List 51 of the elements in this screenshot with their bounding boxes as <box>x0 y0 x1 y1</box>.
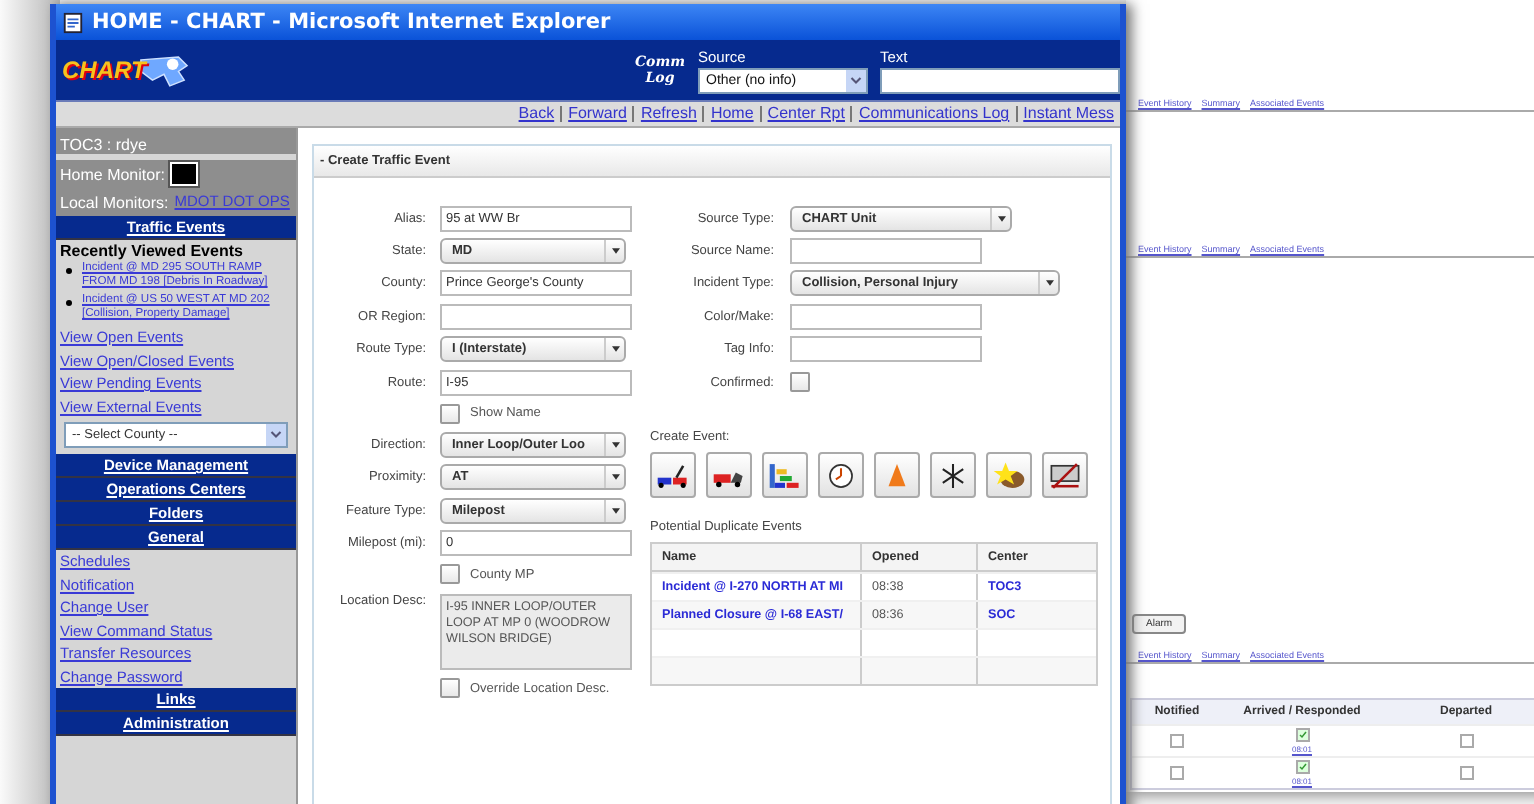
text-field[interactable] <box>440 303 632 330</box>
nav-link[interactable]: Forward <box>560 106 633 122</box>
checkbox[interactable] <box>1295 728 1309 742</box>
checkbox[interactable] <box>1459 734 1473 748</box>
event-type-button[interactable] <box>818 452 864 499</box>
checkbox[interactable] <box>440 564 460 585</box>
user-label: TOC3 : rdye <box>56 128 296 154</box>
sign-icon <box>1048 461 1082 490</box>
caret-icon <box>604 499 624 522</box>
page-icon <box>62 11 84 33</box>
text-field[interactable] <box>790 336 982 363</box>
caret-icon <box>990 207 1010 230</box>
clock-icon <box>824 461 858 490</box>
checkbox[interactable] <box>1295 760 1309 774</box>
local-monitors-label: Local Monitors: <box>58 193 169 211</box>
text-field[interactable] <box>790 238 982 265</box>
checkbox[interactable] <box>1170 766 1184 780</box>
nav-link[interactable]: Refresh <box>632 106 703 122</box>
monitor-swatch[interactable] <box>170 162 199 186</box>
nav-link[interactable]: Home <box>702 106 760 122</box>
checkbox[interactable] <box>440 403 460 424</box>
caret-icon <box>846 69 866 91</box>
nav-link[interactable]: Center Rpt <box>759 106 851 122</box>
recent-heading: Recently Viewed Events <box>58 240 245 261</box>
text-field[interactable] <box>790 303 982 330</box>
caret-icon <box>266 424 286 446</box>
event-type-button[interactable] <box>762 452 808 499</box>
checkbox[interactable] <box>1170 734 1184 748</box>
event-type-button[interactable] <box>650 452 696 499</box>
caret-icon <box>604 434 624 457</box>
bullet-icon <box>66 268 72 274</box>
bullet-icon <box>66 300 72 306</box>
caret-icon <box>604 338 624 361</box>
event-type-button[interactable] <box>706 452 752 499</box>
window-title: HOME - CHART - Microsoft Internet Explorer <box>92 10 611 34</box>
nav-link[interactable]: Communications Log <box>850 106 1016 122</box>
star-icon <box>992 461 1026 490</box>
checkbox[interactable] <box>440 678 460 699</box>
checkbox[interactable] <box>1459 766 1473 780</box>
caret-icon <box>604 240 624 263</box>
event-type-button[interactable] <box>930 452 976 499</box>
home-monitor-label: Home Monitor: <box>58 165 165 183</box>
checkbox[interactable] <box>790 372 810 393</box>
text-field[interactable] <box>880 67 1120 93</box>
tow-truck-icon <box>656 461 690 490</box>
event-type-button[interactable] <box>1042 452 1088 499</box>
caret-icon <box>604 466 624 489</box>
nav-link[interactable]: Back <box>512 106 561 122</box>
nav-link[interactable]: Instant Mess <box>1015 106 1120 122</box>
caret-icon <box>1038 272 1058 295</box>
traffic-icon <box>768 461 802 490</box>
